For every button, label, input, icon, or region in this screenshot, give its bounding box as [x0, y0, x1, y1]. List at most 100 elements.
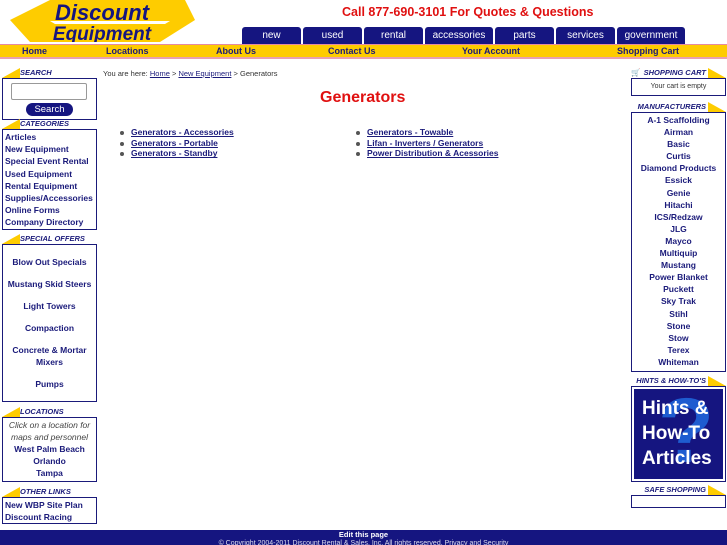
- nav-contact-us[interactable]: Contact Us: [328, 46, 376, 56]
- category-used-equipment[interactable]: Used Equipment: [3, 168, 96, 180]
- manufacturer-mayco[interactable]: Mayco: [632, 235, 725, 247]
- hints-wrapper: ? Hints & How-To Articles: [631, 386, 726, 482]
- breadcrumb-new-equipment[interactable]: New Equipment: [178, 69, 231, 78]
- breadcrumb-separator: >: [171, 69, 177, 78]
- logo-text-line1: Discount: [55, 0, 151, 25]
- breadcrumb-home[interactable]: Home: [150, 69, 170, 78]
- manufacturer-genie[interactable]: Genie: [632, 187, 725, 199]
- tab-services[interactable]: services: [556, 27, 615, 44]
- other-links-box: New WBP Site Plan Discount Racing: [2, 497, 97, 524]
- special-offers-heading: SPECIAL OFFERS: [2, 234, 97, 244]
- link-power-distribution-accessories[interactable]: Power Distribution & Acessories: [367, 148, 498, 158]
- category-articles[interactable]: Articles: [3, 131, 96, 143]
- tab-new[interactable]: new: [242, 27, 301, 44]
- offer-concrete-mortar-mixers[interactable]: Concrete & Mortar Mixers: [3, 344, 96, 368]
- manufacturer-mustang[interactable]: Mustang: [632, 259, 725, 271]
- categories-heading: CATEGORIES: [2, 119, 97, 129]
- link-generators-portable[interactable]: Generators - Portable: [131, 138, 218, 148]
- hints-heading-label: HINTS & HOW-TO'S: [636, 376, 706, 385]
- nav-about-us[interactable]: About Us: [216, 46, 256, 56]
- search-heading-label: SEARCH: [20, 68, 52, 77]
- manufacturer-diamond-products[interactable]: Diamond Products: [632, 162, 725, 174]
- site-footer: Edit this page © Copyright 2004-2011 Dis…: [0, 530, 727, 545]
- category-new-equipment[interactable]: New Equipment: [3, 143, 96, 155]
- manufacturer-essick[interactable]: Essick: [632, 174, 725, 186]
- nav-shopping-cart[interactable]: Shopping Cart: [617, 46, 679, 56]
- search-button[interactable]: Search: [26, 103, 73, 116]
- category-online-forms[interactable]: Online Forms: [3, 204, 96, 216]
- manufacturer-hitachi[interactable]: Hitachi: [632, 199, 725, 211]
- site-logo[interactable]: Discount Equipment: [10, 0, 195, 42]
- manufacturer-sky-trak[interactable]: Sky Trak: [632, 295, 725, 307]
- search-heading: SEARCH: [2, 68, 97, 78]
- location-orlando[interactable]: Orlando: [3, 455, 96, 467]
- manufacturer-power-blanket[interactable]: Power Blanket: [632, 271, 725, 283]
- search-input[interactable]: [11, 83, 87, 100]
- offer-blow-out-specials[interactable]: Blow Out Specials: [3, 256, 96, 268]
- tab-rental[interactable]: rental: [364, 27, 423, 44]
- offer-light-towers[interactable]: Light Towers: [3, 300, 96, 312]
- nav-your-account[interactable]: Your Account: [462, 46, 520, 56]
- location-west-palm-beach[interactable]: West Palm Beach: [3, 443, 96, 455]
- category-special-event-rental[interactable]: Special Event Rental: [3, 155, 96, 167]
- manufacturer-a1-scaffolding[interactable]: A-1 Scaffolding: [632, 114, 725, 126]
- copyright-text: © Copyright 2004-2011 Discount Rental & …: [218, 540, 509, 545]
- tab-government[interactable]: government: [617, 27, 685, 44]
- tab-parts[interactable]: parts: [495, 27, 554, 44]
- tab-accessories[interactable]: accessories: [425, 27, 493, 44]
- heading-triangle-icon: [2, 487, 20, 497]
- breadcrumb-current: Generators: [239, 69, 278, 78]
- manufacturer-basic[interactable]: Basic: [632, 138, 725, 150]
- manufacturer-stow[interactable]: Stow: [632, 332, 725, 344]
- manufacturer-puckett[interactable]: Puckett: [632, 283, 725, 295]
- heading-triangle-icon: [708, 102, 726, 112]
- hints-banner-text: Hints & How-To Articles: [642, 396, 712, 471]
- link-generators-towable[interactable]: Generators - Towable: [367, 127, 453, 137]
- manufacturer-stihl[interactable]: Stihl: [632, 308, 725, 320]
- subcategory-list-right: Generators - Towable Lifan - Inverters /…: [354, 127, 498, 159]
- manufacturer-multiquip[interactable]: Multiquip: [632, 247, 725, 259]
- category-supplies-accessories[interactable]: Supplies/Accessories: [3, 192, 96, 204]
- safe-shopping-box: [631, 495, 726, 508]
- manufacturer-terex[interactable]: Terex: [632, 344, 725, 356]
- link-new-wbp-site-plan[interactable]: New WBP Site Plan: [3, 499, 96, 511]
- locations-box: Click on a location for maps and personn…: [2, 417, 97, 482]
- nav-home[interactable]: Home: [22, 46, 47, 56]
- manufacturer-airman[interactable]: Airman: [632, 126, 725, 138]
- shopping-cart-section: 🛒 SHOPPING CART Your cart is empty: [631, 68, 726, 96]
- category-company-directory[interactable]: Company Directory: [3, 216, 96, 228]
- tab-used[interactable]: used: [303, 27, 362, 44]
- list-item: Generators - Accessories: [118, 127, 234, 138]
- manufacturer-whiteman[interactable]: Whiteman: [632, 356, 725, 368]
- other-links-heading-label: OTHER LINKS: [20, 487, 71, 496]
- manufacturers-heading-label: MANUFACTURERS: [637, 102, 706, 111]
- manufacturer-ics-redzaw[interactable]: ICS/Redzaw: [632, 211, 725, 223]
- link-lifan-inverters-generators[interactable]: Lifan - Inverters / Generators: [367, 138, 483, 148]
- breadcrumb: You are here: Home > New Equipment > Gen…: [103, 69, 278, 78]
- manufacturer-curtis[interactable]: Curtis: [632, 150, 725, 162]
- edit-page-link[interactable]: Edit this page: [0, 530, 727, 540]
- categories-heading-label: CATEGORIES: [20, 119, 70, 128]
- link-discount-racing[interactable]: Discount Racing: [3, 511, 96, 523]
- nav-locations[interactable]: Locations: [106, 46, 149, 56]
- offer-mustang-skid-steers[interactable]: Mustang Skid Steers: [3, 278, 96, 290]
- offer-pumps[interactable]: Pumps: [3, 378, 96, 390]
- location-tampa[interactable]: Tampa: [3, 467, 96, 479]
- bullet-icon: [356, 131, 360, 135]
- link-generators-accessories[interactable]: Generators - Accessories: [131, 127, 234, 137]
- link-generators-standby[interactable]: Generators - Standby: [131, 148, 217, 158]
- logo-text-line2: Equipment: [53, 24, 152, 42]
- hints-banner[interactable]: ? Hints & How-To Articles: [634, 389, 723, 479]
- heading-triangle-icon: [2, 119, 20, 129]
- list-item: Generators - Standby: [118, 148, 234, 159]
- manufacturer-stone[interactable]: Stone: [632, 320, 725, 332]
- search-box: Search: [2, 78, 97, 120]
- offer-compaction[interactable]: Compaction: [3, 322, 96, 334]
- cart-box: Your cart is empty: [631, 78, 726, 96]
- bullet-icon: [356, 141, 360, 146]
- manufacturer-jlg[interactable]: JLG: [632, 223, 725, 235]
- list-item: Generators - Portable: [118, 138, 234, 149]
- cart-icon: 🛒: [631, 68, 641, 77]
- category-rental-equipment[interactable]: Rental Equipment: [3, 180, 96, 192]
- heading-triangle-icon: [2, 234, 20, 244]
